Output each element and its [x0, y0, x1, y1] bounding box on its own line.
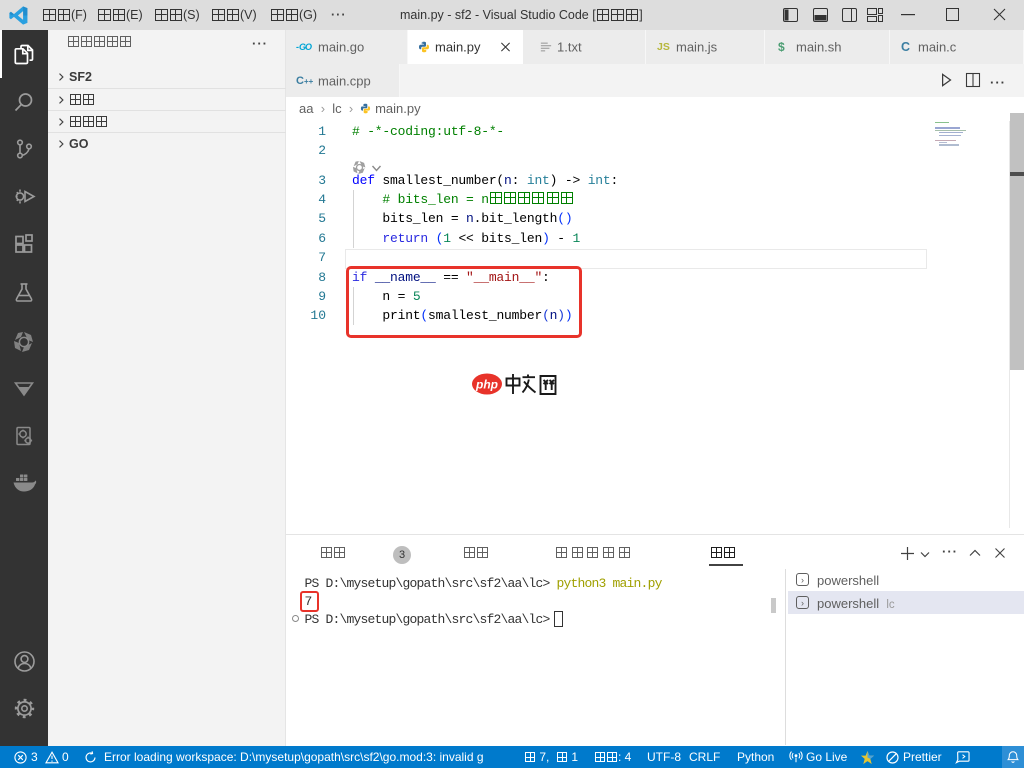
svg-text:php: php: [475, 378, 498, 392]
